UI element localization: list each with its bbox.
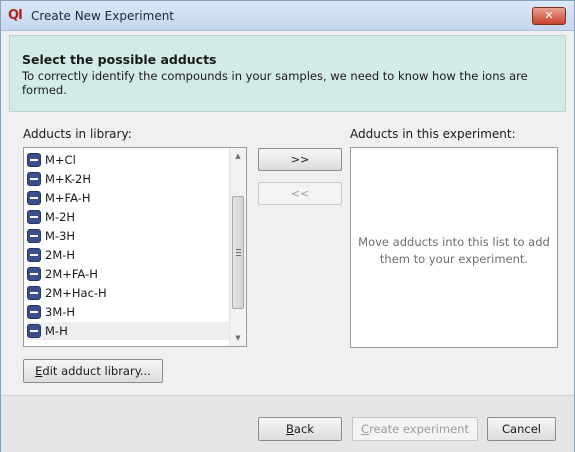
adduct-name: 2M-H bbox=[45, 248, 76, 262]
list-item[interactable]: M+Cl bbox=[27, 151, 227, 169]
edit-adduct-library-button[interactable]: Edit adduct library... bbox=[23, 359, 163, 383]
adduct-name: 2M+Hac-H bbox=[45, 286, 107, 300]
back-label: ack bbox=[293, 422, 314, 436]
page-description: To correctly identify the compounds in y… bbox=[22, 69, 528, 97]
list-item[interactable]: M+K-2H bbox=[27, 170, 227, 188]
create-experiment-button[interactable]: Create experiment bbox=[352, 417, 478, 441]
adduct-name: M+K-2H bbox=[45, 172, 92, 186]
cancel-button[interactable]: Cancel bbox=[487, 417, 556, 441]
create-mnemonic: C bbox=[361, 422, 370, 436]
adduct-name: M-2H bbox=[45, 210, 76, 224]
create-label: reate experiment bbox=[369, 422, 469, 436]
library-scrollbar[interactable]: ▲ ▼ bbox=[229, 148, 246, 346]
window-title: Create New Experiment bbox=[31, 9, 175, 23]
remove-adducts-button[interactable]: << bbox=[258, 182, 342, 205]
minus-icon bbox=[27, 324, 41, 338]
minus-icon bbox=[27, 229, 41, 243]
list-item[interactable]: 3M-H bbox=[27, 303, 227, 321]
adduct-name: M+Cl bbox=[45, 153, 76, 167]
library-list-label: Adducts in library: bbox=[23, 127, 132, 141]
experiment-adducts-list[interactable]: Move adducts into this list to add them … bbox=[350, 147, 558, 348]
back-button[interactable]: Back bbox=[258, 417, 342, 441]
adduct-name: M+FA-H bbox=[45, 191, 91, 205]
scrollbar-thumb[interactable] bbox=[232, 196, 244, 309]
minus-icon bbox=[27, 210, 41, 224]
title-bar[interactable]: QI Create New Experiment ✕ bbox=[1, 1, 574, 31]
grip-icon bbox=[236, 249, 241, 256]
minus-icon bbox=[27, 191, 41, 205]
scroll-down-arrow-icon[interactable]: ▼ bbox=[230, 330, 246, 346]
adduct-name: 3M-H bbox=[45, 305, 76, 319]
page-title: Select the possible adducts bbox=[22, 52, 217, 67]
adduct-name: M-3H bbox=[45, 229, 76, 243]
create-experiment-dialog: QI Create New Experiment ✕ Select the po… bbox=[0, 0, 575, 452]
list-item[interactable]: M-3H bbox=[27, 227, 227, 245]
adduct-name: M-H bbox=[45, 324, 68, 338]
scroll-up-arrow-icon[interactable]: ▲ bbox=[230, 148, 246, 164]
adduct-library-list[interactable]: M+Cl M+K-2H M+FA-H M-2H M-3H 2M-H 2M+FA-… bbox=[23, 147, 247, 347]
app-logo-icon: QI bbox=[8, 8, 23, 23]
dialog-footer: Back Create experiment Cancel bbox=[1, 395, 574, 452]
list-item[interactable]: 2M-H bbox=[27, 246, 227, 264]
back-mnemonic: B bbox=[286, 422, 294, 436]
minus-icon bbox=[27, 286, 41, 300]
list-item[interactable]: 2M+Hac-H bbox=[27, 284, 227, 302]
list-item[interactable]: M-2H bbox=[27, 208, 227, 226]
instruction-panel: Select the possible adducts To correctly… bbox=[9, 35, 566, 112]
list-item[interactable]: M+FA-H bbox=[27, 189, 227, 207]
list-item[interactable]: 2M+FA-H bbox=[27, 265, 227, 283]
minus-icon bbox=[27, 305, 41, 319]
experiment-list-label: Adducts in this experiment: bbox=[350, 127, 516, 141]
minus-icon bbox=[27, 267, 41, 281]
close-button[interactable]: ✕ bbox=[532, 7, 566, 25]
adduct-name: 2M+FA-H bbox=[45, 267, 98, 281]
minus-icon bbox=[27, 172, 41, 186]
add-adducts-button[interactable]: >> bbox=[258, 148, 342, 171]
list-item[interactable]: M-H bbox=[27, 322, 232, 340]
edit-label: dit adduct library... bbox=[42, 364, 151, 378]
close-icon: ✕ bbox=[544, 9, 554, 22]
empty-list-hint: Move adducts into this list to add them … bbox=[358, 235, 550, 266]
minus-icon bbox=[27, 248, 41, 262]
minus-icon bbox=[27, 153, 41, 167]
